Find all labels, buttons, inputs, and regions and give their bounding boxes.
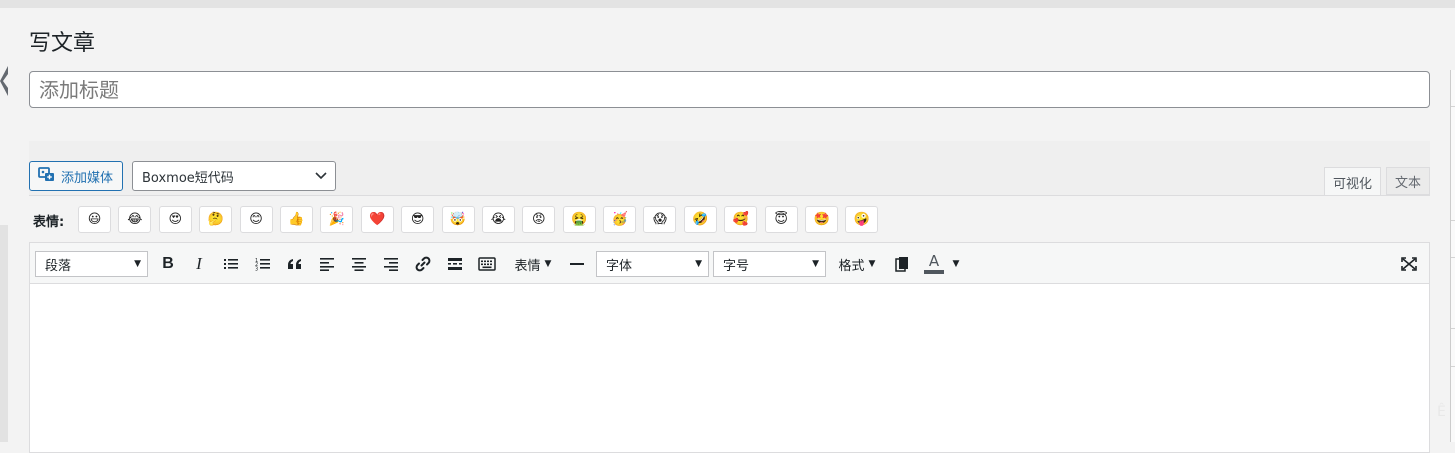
divider <box>29 195 1430 196</box>
tab-visual[interactable]: 可视化 <box>1324 167 1381 196</box>
admin-top-strip <box>0 0 1455 8</box>
caret-down-icon: ▼ <box>812 259 819 269</box>
emoji-innocent-button[interactable]: 😇 <box>764 206 798 233</box>
emoji-nauseated-button[interactable]: 🤮 <box>562 206 596 233</box>
emoji-menu-button[interactable]: 表情 ▼ <box>510 243 556 285</box>
format-select-value: 段落 <box>45 258 72 274</box>
emoji-sunglasses-button[interactable]: 😎 <box>401 206 435 233</box>
emoji-thumbs-up-button[interactable]: 👍 <box>279 206 313 233</box>
text-color-label: A <box>928 252 940 270</box>
align-left-icon[interactable] <box>316 243 338 285</box>
caret-down-icon: ▼ <box>868 259 876 269</box>
admin-sidebar-edge <box>0 225 8 442</box>
svg-text:3: 3 <box>255 267 258 272</box>
tab-text[interactable]: 文本 <box>1386 167 1430 195</box>
emoji-zany-button[interactable]: 🤪 <box>845 206 879 233</box>
emoji-thinking-button[interactable]: 🤔 <box>199 206 233 233</box>
chevron-down-icon <box>315 169 327 184</box>
font-size-select[interactable]: 字号 ▼ <box>713 251 826 277</box>
shortcode-select[interactable]: Boxmoe短代码 <box>132 161 336 191</box>
text-color-dropdown[interactable]: ▼ <box>947 243 965 285</box>
emoji-rofl-button[interactable]: 🤣 <box>683 206 717 233</box>
caret-down-icon: ▼ <box>544 259 552 269</box>
keyboard-icon[interactable] <box>476 243 498 285</box>
post-title-input[interactable] <box>29 71 1430 108</box>
numbered-list-icon[interactable]: 123 <box>252 243 274 285</box>
font-size-value: 字号 <box>723 258 750 274</box>
emoji-joy-button[interactable]: 😂 <box>118 206 152 233</box>
bold-button[interactable]: B <box>157 243 179 285</box>
add-media-label: 添加媒体 <box>61 170 114 186</box>
editor-content-area[interactable] <box>29 283 1430 453</box>
sidebar-panel-edge <box>1450 70 1455 442</box>
emoji-heart-button[interactable]: ❤️ <box>360 206 394 233</box>
emoji-blush-button[interactable]: 😊 <box>239 206 273 233</box>
caret-down-icon: ▼ <box>134 259 141 269</box>
align-center-icon[interactable] <box>348 243 370 285</box>
align-right-icon[interactable] <box>380 243 402 285</box>
bullet-list-icon[interactable] <box>220 243 242 285</box>
emoji-sob-button[interactable]: 😭 <box>481 206 515 233</box>
editor-toolbar: 段落 ▼ B I 123 表情 ▼ 字体 ▼ 字号 ▼ 格式 ▼ A ▼ <box>29 242 1430 284</box>
styles-menu-label: 格式 <box>838 258 865 274</box>
text-color-button[interactable]: A <box>922 243 946 285</box>
link-icon[interactable] <box>412 243 434 285</box>
caret-down-icon: ▼ <box>695 259 702 269</box>
caret-down-icon: ▼ <box>952 259 960 269</box>
emoji-bar-label: 表情: <box>33 215 65 230</box>
corner-watermark: Ê <box>1437 404 1446 420</box>
font-family-select[interactable]: 字体 ▼ <box>596 251 709 277</box>
emoji-star-struck-button[interactable]: 🤩 <box>805 206 839 233</box>
text-color-swatch <box>924 270 944 274</box>
add-media-button[interactable]: 添加媒体 <box>29 161 123 191</box>
format-select[interactable]: 段落 ▼ <box>35 251 148 277</box>
shortcode-select-value: Boxmoe短代码 <box>142 170 234 186</box>
font-family-value: 字体 <box>606 258 633 274</box>
emoji-scream-button[interactable]: 😱 <box>643 206 677 233</box>
read-more-icon[interactable] <box>444 243 466 285</box>
emoji-smiling-hearts-button[interactable]: 🥰 <box>724 206 758 233</box>
styles-menu-button[interactable]: 格式 ▼ <box>834 243 880 285</box>
horizontal-line-icon[interactable] <box>566 243 588 285</box>
collapse-arrow-icon[interactable] <box>0 66 8 96</box>
fullscreen-icon[interactable] <box>1396 243 1422 285</box>
add-media-icon <box>38 166 56 186</box>
emoji-partying-button[interactable]: 🥳 <box>603 206 637 233</box>
emoji-bar: 😃 😂 😍 🤔 😊 👍 🎉 ❤️ 😎 🤯 😭 😡 🤮 🥳 😱 🤣 🥰 😇 🤩 🤪 <box>78 206 886 233</box>
page-title: 写文章 <box>29 31 96 56</box>
emoji-angry-button[interactable]: 😡 <box>522 206 556 233</box>
emoji-grin-button[interactable]: 😃 <box>78 206 111 233</box>
blockquote-icon[interactable] <box>284 243 306 285</box>
emoji-menu-label: 表情 <box>514 258 541 274</box>
italic-button[interactable]: I <box>188 243 210 285</box>
copy-icon[interactable] <box>891 243 913 285</box>
emoji-heart-eyes-button[interactable]: 😍 <box>158 206 192 233</box>
emoji-mind-blown-button[interactable]: 🤯 <box>441 206 475 233</box>
emoji-party-popper-button[interactable]: 🎉 <box>320 206 354 233</box>
